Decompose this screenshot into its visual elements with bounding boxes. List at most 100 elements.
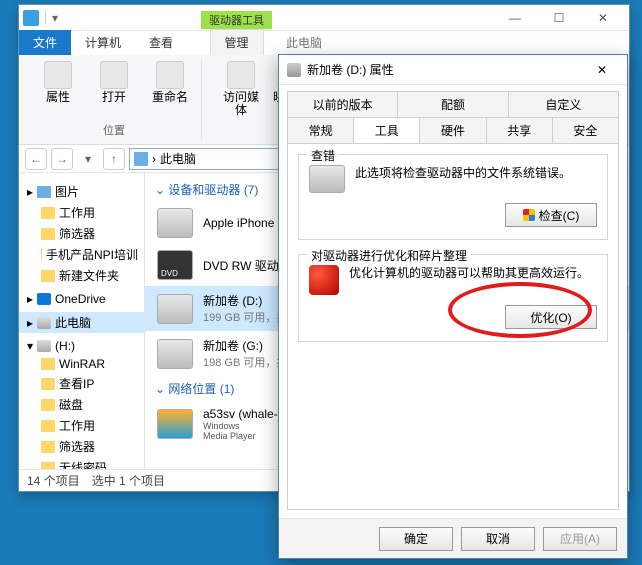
chevron-right-icon: ▸ (27, 185, 33, 199)
groupbox-legend: 对驱动器进行优化和碎片整理 (307, 247, 471, 264)
drive-icon (157, 294, 193, 324)
error-check-text: 此选项将检查驱动器中的文件系统错误。 (355, 165, 571, 182)
quick-access-toolbar: ▾ (23, 10, 58, 26)
tab-file[interactable]: 文件 (19, 30, 71, 55)
dvd-icon (157, 250, 193, 280)
status-count: 14 个项目 (27, 472, 80, 489)
tab-previous-versions[interactable]: 以前的版本 (287, 91, 398, 117)
tab-security[interactable]: 安全 (553, 117, 619, 143)
tab-general[interactable]: 常规 (287, 117, 354, 143)
shield-icon (523, 209, 535, 221)
drive-icon (287, 63, 301, 77)
nav-filter2[interactable]: 筛选器 (19, 436, 144, 457)
nav-lookip[interactable]: 查看IP (19, 373, 144, 394)
properties-button[interactable]: 属性 (35, 59, 81, 106)
chevron-down-icon: ▾ (27, 339, 33, 353)
phone-icon (157, 208, 193, 238)
nav-npi[interactable]: 手机产品NPI培训 (19, 244, 144, 265)
nav-work[interactable]: 工作用 (19, 202, 144, 223)
drive-icon (157, 339, 193, 369)
drive-icon (309, 165, 345, 193)
tab-manage[interactable]: 管理 (210, 29, 264, 55)
access-media-button[interactable]: 访问媒体 (218, 59, 264, 119)
pictures-icon (37, 186, 51, 198)
nav-filter[interactable]: 筛选器 (19, 223, 144, 244)
folder-icon (41, 270, 55, 282)
ribbon-tabstrip: 文件 计算机 查看 驱动器工具 管理 此电脑 (19, 31, 629, 55)
maximize-button[interactable]: ☐ (537, 5, 581, 31)
qat-sep (45, 11, 46, 25)
ok-button[interactable]: 确定 (379, 527, 453, 551)
nav-pane[interactable]: ▸图片 工作用 筛选器 手机产品NPI培训 新建文件夹 ▸OneDrive ▸此… (19, 173, 145, 469)
wmp-icon (157, 409, 193, 439)
nav-newfolder[interactable]: 新建文件夹 (19, 265, 144, 286)
close-button[interactable]: ✕ (585, 59, 619, 81)
explorer-titlebar: ▾ — ☐ ✕ (19, 5, 629, 31)
nav-disk[interactable]: 磁盘 (19, 394, 144, 415)
tab-page-tools: 查错 此选项将检查驱动器中的文件系统错误。 检查(C) 对驱动器进行优化和碎片整… (287, 143, 619, 510)
ribbon-group-location: 属性 打开 重命名 位置 (27, 59, 202, 140)
tab-tools[interactable]: 工具 (354, 117, 420, 143)
optimize-button[interactable]: 优化(O) (505, 305, 597, 329)
status-selection: 选中 1 个项目 (92, 472, 165, 489)
chevron-right-icon: ▸ (27, 292, 33, 306)
context-group-label: 驱动器工具 (201, 11, 272, 29)
ribbon-group-label: 位置 (103, 120, 125, 140)
folder-icon (41, 462, 55, 470)
breadcrumb-sep: › (152, 152, 156, 166)
rename-icon (156, 61, 184, 89)
open-icon (100, 61, 128, 89)
nav-winrar[interactable]: WinRAR (19, 355, 144, 373)
folder-icon (41, 249, 42, 261)
dialog-tabs: 以前的版本 配额 自定义 常规 工具 硬件 共享 安全 (279, 85, 627, 143)
up-button[interactable]: ↑ (103, 148, 125, 170)
nav-onedrive[interactable]: ▸OneDrive (19, 290, 144, 308)
breadcrumb[interactable]: 此电脑 (160, 150, 196, 167)
properties-dialog: 新加卷 (D:) 属性 ✕ 以前的版本 配额 自定义 常规 工具 硬件 共享 安… (278, 54, 628, 559)
minimize-button[interactable]: — (493, 5, 537, 31)
folder-icon (41, 399, 55, 411)
groupbox-optimize: 对驱动器进行优化和碎片整理 优化计算机的驱动器可以帮助其更高效运行。 优化(O) (298, 254, 608, 342)
dialog-title: 新加卷 (D:) 属性 (307, 61, 394, 78)
nav-drive-h[interactable]: ▾(H:) (19, 337, 144, 355)
check-button[interactable]: 检查(C) (505, 203, 597, 227)
tab-sharing[interactable]: 共享 (487, 117, 553, 143)
window-controls: — ☐ ✕ (493, 5, 625, 31)
qat-dropdown-icon[interactable]: ▾ (52, 11, 58, 25)
nav-thispc[interactable]: ▸此电脑 (19, 312, 144, 333)
groupbox-legend: 查错 (307, 147, 339, 164)
groupbox-error-check: 查错 此选项将检查驱动器中的文件系统错误。 检查(C) (298, 154, 608, 240)
nav-pictures[interactable]: ▸图片 (19, 181, 144, 202)
folder-icon (41, 441, 55, 453)
chevron-down-icon: ⌄ (155, 183, 168, 197)
nav-wifipw[interactable]: 无线密码 (19, 457, 144, 469)
apply-button[interactable]: 应用(A) (543, 527, 617, 551)
tab-view[interactable]: 查看 (135, 30, 187, 55)
tab-computer[interactable]: 计算机 (71, 30, 135, 55)
folder-icon (41, 378, 55, 390)
forward-button[interactable]: → (51, 148, 73, 170)
open-button[interactable]: 打开 (91, 59, 137, 106)
tab-quota[interactable]: 配额 (398, 91, 508, 117)
onedrive-icon (37, 293, 51, 305)
history-dropdown[interactable]: ▾ (77, 148, 99, 170)
rename-button[interactable]: 重命名 (147, 59, 193, 106)
dialog-footer: 确定 取消 应用(A) (279, 518, 627, 558)
chevron-down-icon: ⌄ (155, 382, 168, 396)
location-label: 此电脑 (272, 30, 336, 55)
media-icon (227, 61, 255, 89)
folder-icon (41, 358, 55, 370)
cancel-button[interactable]: 取消 (461, 527, 535, 551)
thispc-icon (23, 10, 39, 26)
thispc-icon (37, 317, 51, 329)
close-button[interactable]: ✕ (581, 5, 625, 31)
chevron-right-icon: ▸ (27, 316, 33, 330)
tab-hardware[interactable]: 硬件 (420, 117, 486, 143)
folder-icon (41, 207, 55, 219)
drive-icon (37, 340, 51, 352)
properties-icon (44, 61, 72, 89)
tab-customize[interactable]: 自定义 (509, 91, 619, 117)
back-button[interactable]: ← (25, 148, 47, 170)
nav-work2[interactable]: 工作用 (19, 415, 144, 436)
thispc-icon (134, 152, 148, 166)
